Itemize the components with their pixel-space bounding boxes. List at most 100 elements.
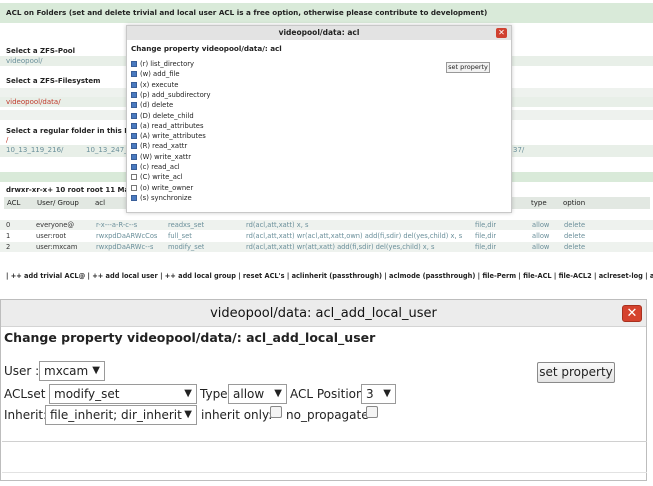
position-select[interactable]: 3 ▼	[361, 384, 396, 404]
inherit-select[interactable]: file_inherit; dir_inherit ▼	[45, 405, 197, 425]
table-row: 2 user:mxcam rwxpdDaARWc--s modify_set r…	[0, 242, 653, 252]
permission-checkbox[interactable]	[131, 153, 137, 160]
th-option: option	[560, 197, 650, 209]
dialog-titlebar[interactable]: videopool/data: acl_add_local_user ✕	[1, 300, 646, 327]
cell-type[interactable]: allow	[532, 232, 549, 240]
acl-dialog-titlebar: videopool/data: acl ✕	[127, 26, 511, 40]
pool-link[interactable]: videopool/	[6, 57, 42, 65]
type-select-value: allow	[233, 387, 265, 401]
permission-option[interactable]: (d) delete	[131, 101, 173, 110]
cell-inherit[interactable]: file,dir	[475, 243, 496, 251]
close-icon[interactable]: ✕	[496, 28, 507, 38]
permission-checkbox[interactable]	[131, 102, 137, 109]
set-property-button[interactable]: set property	[446, 62, 490, 73]
permission-option[interactable]: (c) read_acl	[131, 163, 180, 172]
action-nav[interactable]: | ++ add trivial ACL@ | ++ add local use…	[6, 272, 653, 280]
cell-detail[interactable]: rd(acl,att,xatt) x, s	[246, 221, 471, 229]
cell-perm[interactable]: r-x---a-R-c--s	[96, 221, 137, 229]
cell-detail[interactable]: rd(acl,att,xatt) wr(att,xatt) add(fi,sdi…	[246, 243, 471, 251]
chevron-down-icon: ▼	[92, 365, 100, 376]
folder-root[interactable]: /	[6, 136, 8, 144]
folder-link[interactable]: 10_13_247_	[86, 146, 128, 154]
background-page: ACL on Folders (set and delete trivial a…	[0, 0, 653, 292]
permission-option[interactable]: (o) write_owner	[131, 184, 193, 193]
th-user: User/ Group	[34, 197, 92, 209]
permission-checkbox[interactable]	[131, 133, 137, 140]
permission-checkbox[interactable]	[131, 164, 137, 170]
position-select-value: 3	[366, 387, 374, 401]
permission-option[interactable]: (D) delete_child	[131, 112, 194, 121]
cell-acl: 0	[6, 221, 11, 229]
permission-option[interactable]: (C) write_acl	[131, 173, 183, 182]
permission-checkbox[interactable]	[131, 143, 137, 150]
permission-label: (a) read_attributes	[140, 121, 204, 130]
dialog-footer-divider	[2, 472, 647, 473]
permission-checkbox[interactable]	[131, 81, 137, 88]
permission-option[interactable]: (p) add_subdirectory	[131, 91, 211, 100]
cell-type[interactable]: allow	[532, 221, 549, 229]
folder-link[interactable]: 37/	[513, 146, 524, 154]
close-icon[interactable]: ✕	[622, 305, 642, 322]
chevron-down-icon: ▼	[383, 388, 391, 399]
type-select[interactable]: allow ▼	[228, 384, 287, 404]
permission-checkbox[interactable]	[131, 71, 137, 78]
permission-option[interactable]: (x) execute	[131, 81, 178, 90]
set-property-button[interactable]: set property	[537, 362, 615, 383]
dialog-title: videopool/data: acl_add_local_user	[210, 306, 437, 321]
cell-user: everyone@	[36, 221, 75, 229]
cell-type[interactable]: allow	[532, 243, 549, 251]
cell-detail[interactable]: rd(acl,att,xatt) wr(acl,att,xatt,own) ad…	[246, 232, 471, 240]
permission-checkbox[interactable]	[131, 174, 137, 181]
cell-delete[interactable]: delete	[564, 232, 585, 240]
user-label: User :	[4, 364, 40, 378]
permission-option[interactable]: (a) read_attributes	[131, 122, 204, 131]
user-select-value: mxcam	[44, 364, 89, 378]
permission-option[interactable]: (A) write_attributes	[131, 132, 206, 141]
permission-label: (C) write_acl	[140, 173, 183, 182]
cell-set[interactable]: full_set	[168, 232, 192, 240]
table-row: 0 everyone@ r-x---a-R-c--s readxs_set rd…	[0, 220, 653, 230]
cell-perm[interactable]: rwxpdDaARWcCos	[96, 232, 157, 240]
permission-label: (D) delete_child	[140, 111, 194, 120]
th-type: type	[528, 197, 560, 209]
permission-label: (R) read_xattr	[140, 142, 188, 151]
permission-option[interactable]: (R) read_xattr	[131, 142, 187, 151]
permission-checkbox[interactable]	[131, 112, 137, 119]
cell-inherit[interactable]: file,dir	[475, 232, 496, 240]
inherit-only-checkbox[interactable]	[270, 406, 282, 418]
cell-set[interactable]: modify_set	[168, 243, 204, 251]
aclset-select[interactable]: modify_set ▼	[49, 384, 197, 404]
chevron-down-icon: ▼	[274, 388, 282, 399]
dialog-heading: Change property videopool/data/: acl_add…	[4, 330, 376, 345]
cell-perm[interactable]: rwxpdDaARWc--s	[96, 243, 153, 251]
cell-acl: 2	[6, 243, 11, 251]
no-propagate-checkbox[interactable]	[366, 406, 378, 418]
chevron-down-icon: ▼	[184, 388, 192, 399]
permission-label: (o) write_owner	[140, 183, 194, 192]
permission-option[interactable]: (s) synchronize	[131, 194, 192, 203]
filesystem-link[interactable]: videopool/data/	[6, 98, 61, 106]
permission-label: (W) write_xattr	[140, 152, 191, 161]
dialog-divider	[2, 441, 647, 442]
type-label: Type	[200, 387, 228, 401]
permission-option[interactable]: (w) add_file	[131, 70, 180, 79]
cell-delete[interactable]: delete	[564, 243, 585, 251]
cell-set[interactable]: readxs_set	[168, 221, 204, 229]
permission-checkbox[interactable]	[131, 184, 137, 191]
permission-checkbox[interactable]	[131, 122, 137, 129]
permission-checkbox[interactable]	[131, 91, 137, 98]
cell-delete[interactable]: delete	[564, 221, 585, 229]
permission-checkbox[interactable]	[131, 61, 137, 67]
permission-option[interactable]: (W) write_xattr	[131, 153, 191, 162]
permission-option[interactable]: (r) list_directory	[131, 60, 194, 69]
cell-acl: 1	[6, 232, 11, 240]
no-propagate-label: no_propagate	[286, 408, 369, 422]
inherit-label: Inherit:	[4, 408, 48, 422]
pool-label: Select a ZFS-Pool	[6, 47, 75, 55]
folder-link[interactable]: 10_13_119_216/	[6, 146, 63, 154]
user-select[interactable]: mxcam ▼	[39, 361, 105, 381]
chevron-down-icon: ▼	[184, 409, 192, 420]
cell-inherit[interactable]: file,dir	[475, 221, 496, 229]
permission-label: (A) write_attributes	[140, 132, 206, 141]
permission-checkbox[interactable]	[131, 194, 137, 201]
